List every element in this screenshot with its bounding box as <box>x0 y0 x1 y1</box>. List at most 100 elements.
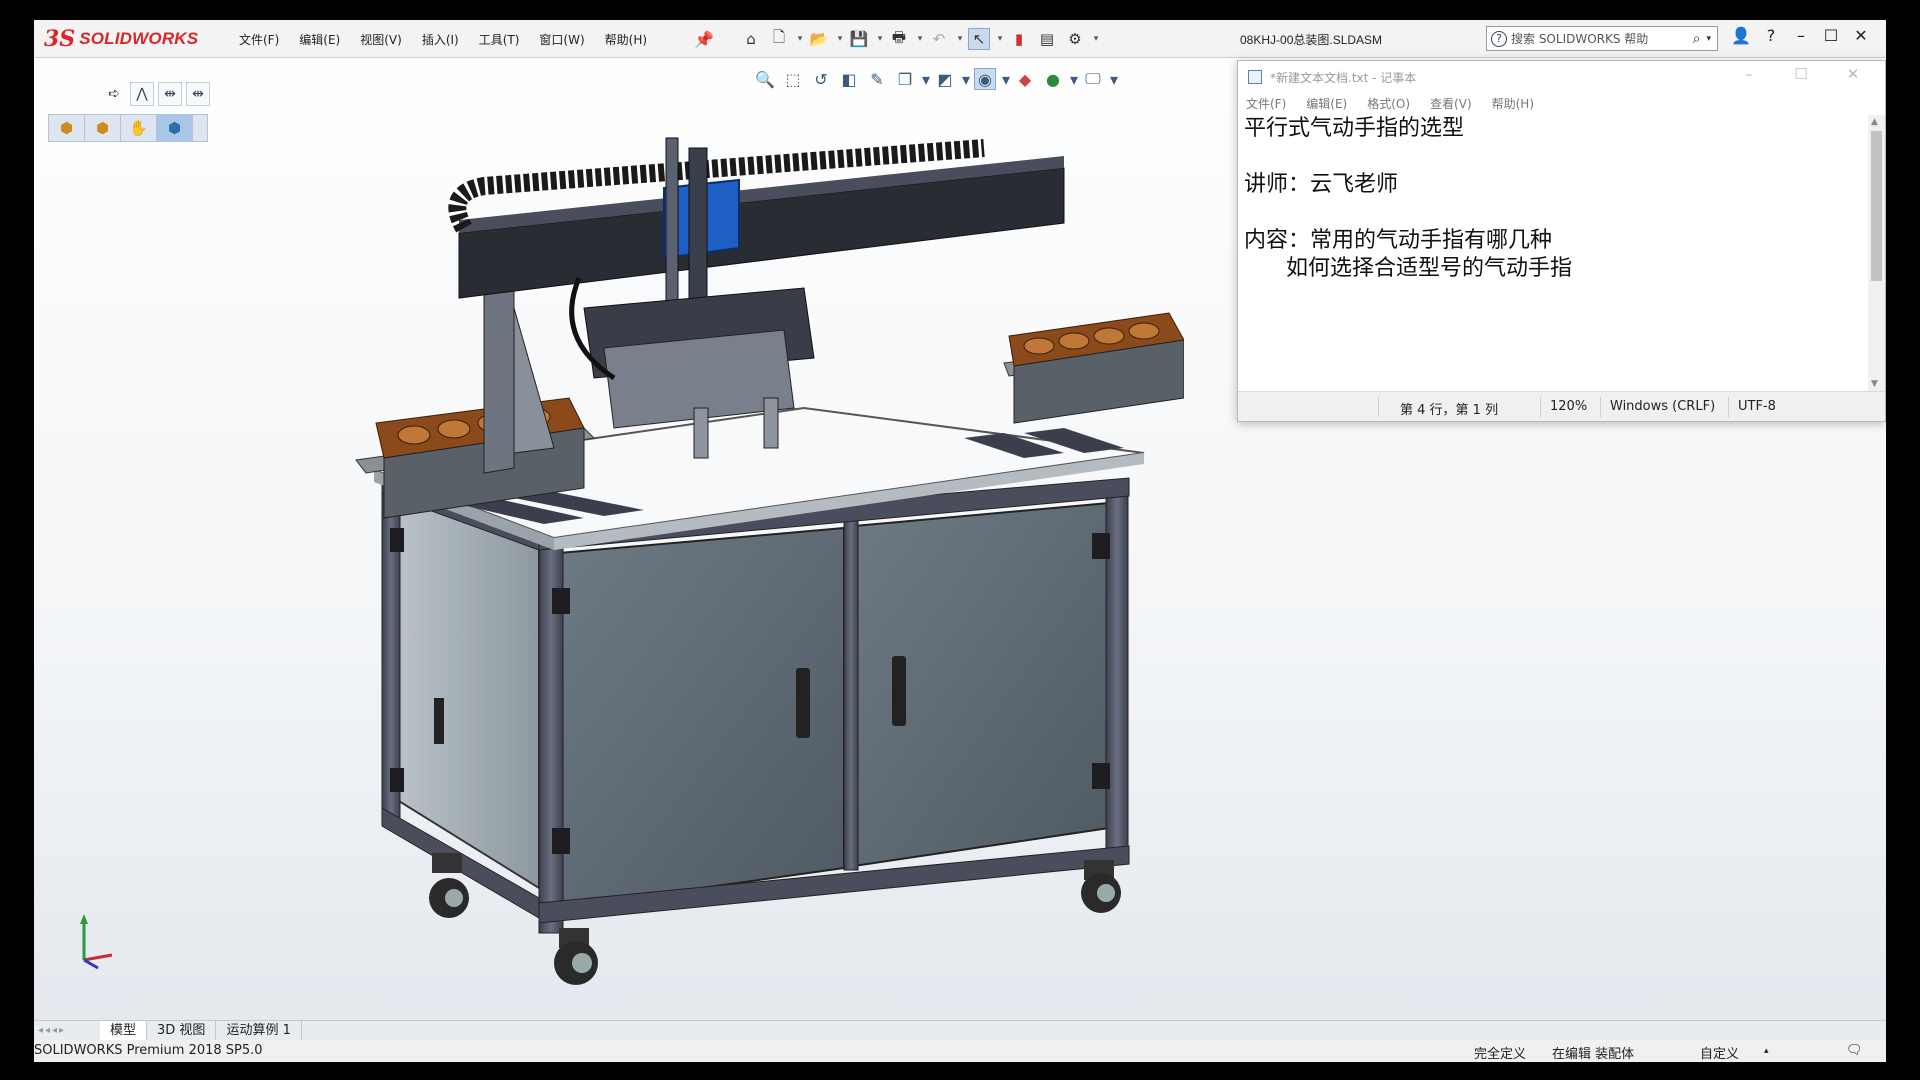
chevron-down-icon[interactable]: ▾ <box>836 28 844 50</box>
print-icon[interactable]: 🖶 <box>888 28 910 50</box>
pin-menu-icon[interactable]: 📌 <box>694 30 714 49</box>
arrow-icon[interactable]: ➪ <box>102 82 126 106</box>
notepad-menu-format[interactable]: 格式(O) <box>1367 95 1410 112</box>
zoom-to-fit-icon[interactable]: 🔍 <box>754 68 776 90</box>
traffic-light-icon[interactable]: ▮ <box>1008 28 1030 50</box>
undo-icon[interactable]: ↶ <box>928 28 950 50</box>
file-properties-icon[interactable]: ▤ <box>1036 28 1058 50</box>
chevron-down-icon[interactable]: ▾ <box>1706 34 1711 44</box>
section-view-icon[interactable]: ◧ <box>838 68 860 90</box>
chevron-down-icon[interactable]: ▾ <box>996 28 1004 50</box>
notepad-menu-help[interactable]: 帮助(H) <box>1492 95 1534 112</box>
help-button[interactable]: ? <box>1756 26 1786 45</box>
user-icon[interactable]: 👤 <box>1726 26 1756 45</box>
maximize-button[interactable]: ☐ <box>1816 26 1846 45</box>
door-handle[interactable] <box>892 656 906 726</box>
notepad-minimize-button[interactable]: – <box>1723 65 1775 83</box>
mate-icon[interactable]: ⬢ <box>85 115 121 141</box>
definition-status: 完全定义 <box>1474 1047 1527 1062</box>
chat-icon[interactable]: 🗨 <box>1846 1043 1863 1058</box>
door-handle[interactable] <box>796 668 810 738</box>
hide-show-items-icon[interactable]: ◉ <box>974 68 996 90</box>
dynamic-annotation-icon[interactable]: ✎ <box>866 68 888 90</box>
view-settings-icon[interactable]: 🖵 <box>1082 68 1104 90</box>
menu-window[interactable]: 窗口(W) <box>539 31 584 48</box>
previous-view-icon[interactable]: ↺ <box>810 68 832 90</box>
hinge <box>390 768 404 792</box>
horizontal-dimension-icon[interactable]: ⇹ <box>158 82 182 106</box>
chevron-down-icon[interactable]: ▾ <box>916 28 924 50</box>
menu-help[interactable]: 帮助(H) <box>605 31 647 48</box>
title-bar: 3S SOLIDWORKS 文件(F) 编辑(E) 视图(V) 插入(I) 工具… <box>34 20 1886 58</box>
notepad-menu-edit[interactable]: 编辑(E) <box>1306 95 1347 112</box>
save-icon[interactable]: 💾 <box>848 28 870 50</box>
new-document-icon[interactable]: 🗋 <box>768 28 790 50</box>
side-handle[interactable] <box>434 698 444 744</box>
close-button[interactable]: ✕ <box>1846 26 1876 45</box>
chevron-down-icon[interactable]: ▾ <box>956 28 964 50</box>
menu-view[interactable]: 视图(V) <box>360 31 402 48</box>
cad-model-viewport[interactable] <box>284 108 1184 1028</box>
search-icon[interactable]: ⌕ <box>1693 31 1701 47</box>
home-icon[interactable]: ⌂ <box>740 28 762 50</box>
chevron-down-icon[interactable]: ▾ <box>1110 68 1118 90</box>
vertical-dimension-icon[interactable]: ⇹ <box>186 82 210 106</box>
notepad-menu-view[interactable]: 查看(V) <box>1430 95 1472 112</box>
chevron-down-icon[interactable]: ▾ <box>922 68 930 90</box>
hinge <box>390 528 404 552</box>
hinge <box>1092 763 1110 789</box>
tab-navigation-arrows[interactable]: ◂◂◂▸ <box>34 1025 100 1036</box>
frame-post <box>843 519 859 871</box>
notepad-scrollbar[interactable]: ▲ ▼ <box>1868 115 1885 391</box>
edit-appearance-icon[interactable]: ◆ <box>1014 68 1036 90</box>
zoom-to-area-icon[interactable]: ⬚ <box>782 68 804 90</box>
ds-logo-mark: 3S <box>44 26 76 52</box>
search-input[interactable]: 搜索 SOLIDWORKS 帮助 <box>1511 30 1693 47</box>
notepad-menu-file[interactable]: 文件(F) <box>1246 95 1286 112</box>
chevron-down-icon[interactable]: ▾ <box>796 28 804 50</box>
tab-motion-study[interactable]: 运动算例 1 <box>216 1020 302 1041</box>
notepad-close-button[interactable]: ✕ <box>1827 65 1879 83</box>
cylinder-rod <box>693 407 709 459</box>
notepad-window[interactable]: *新建文本文档.txt - 记事本 – ☐ ✕ 文件(F) 编辑(E) 格式(O… <box>1237 60 1886 422</box>
notepad-title-bar[interactable]: *新建文本文档.txt - 记事本 – ☐ ✕ <box>1238 61 1885 91</box>
tab-model[interactable]: 模型 <box>100 1020 148 1041</box>
apply-scene-icon[interactable]: ● <box>1042 68 1064 90</box>
menu-file[interactable]: 文件(F) <box>239 31 279 48</box>
scroll-thumb[interactable] <box>1871 131 1882 281</box>
solidworks-logo[interactable]: 3S SOLIDWORKS <box>44 23 214 55</box>
chevron-up-icon[interactable]: ▴ <box>1764 1046 1769 1056</box>
open-folder-icon[interactable]: 📂 <box>808 28 830 50</box>
sketch-icon[interactable]: ⋀ <box>130 82 154 106</box>
view-orientation-icon[interactable]: ❐ <box>894 68 916 90</box>
assembly-box-icon[interactable]: ⬢ <box>157 115 193 141</box>
bottom-tab-bar: ◂◂◂▸ 模型 3D 视图 运动算例 1 <box>34 1020 1886 1041</box>
notepad-maximize-button[interactable]: ☐ <box>1775 65 1827 83</box>
scroll-up-icon[interactable]: ▲ <box>1871 117 1878 127</box>
hinge <box>552 828 570 854</box>
solidworks-window: 3S SOLIDWORKS 文件(F) 编辑(E) 视图(V) 插入(I) 工具… <box>34 20 1886 1062</box>
top-beam <box>458 167 1065 299</box>
units-selector[interactable]: 自定义 <box>1700 1043 1739 1062</box>
notepad-text-area[interactable]: 平行式气动手指的选型 讲师：云飞老师 内容：常用的气动手指有哪几种 如何选择合适… <box>1244 115 1854 390</box>
tab-3d-view[interactable]: 3D 视图 <box>147 1020 217 1041</box>
insert-component-icon[interactable]: ⬢ <box>49 115 85 141</box>
chevron-down-icon[interactable]: ▾ <box>1092 28 1100 50</box>
notepad-title: *新建文本文档.txt - 记事本 <box>1270 71 1417 85</box>
menu-edit[interactable]: 编辑(E) <box>299 31 340 48</box>
move-component-icon[interactable]: ✋ <box>121 115 157 141</box>
display-style-icon[interactable]: ◩ <box>934 68 956 90</box>
notepad-icon <box>1248 70 1262 84</box>
select-pointer-icon[interactable]: ↖ <box>968 28 990 50</box>
menu-insert[interactable]: 插入(I) <box>422 31 459 48</box>
minimize-button[interactable]: – <box>1786 26 1816 45</box>
menu-tools[interactable]: 工具(T) <box>479 31 520 48</box>
chevron-down-icon[interactable]: ▾ <box>1070 68 1078 90</box>
encoding: UTF-8 <box>1738 399 1776 414</box>
gear-icon[interactable]: ⚙ <box>1064 28 1086 50</box>
chevron-down-icon[interactable]: ▾ <box>1002 68 1010 90</box>
chevron-down-icon[interactable]: ▾ <box>962 68 970 90</box>
chevron-down-icon[interactable]: ▾ <box>876 28 884 50</box>
scroll-down-icon[interactable]: ▼ <box>1871 379 1878 389</box>
help-search-box[interactable]: ? 搜索 SOLIDWORKS 帮助 ⌕ ▾ <box>1486 26 1718 51</box>
